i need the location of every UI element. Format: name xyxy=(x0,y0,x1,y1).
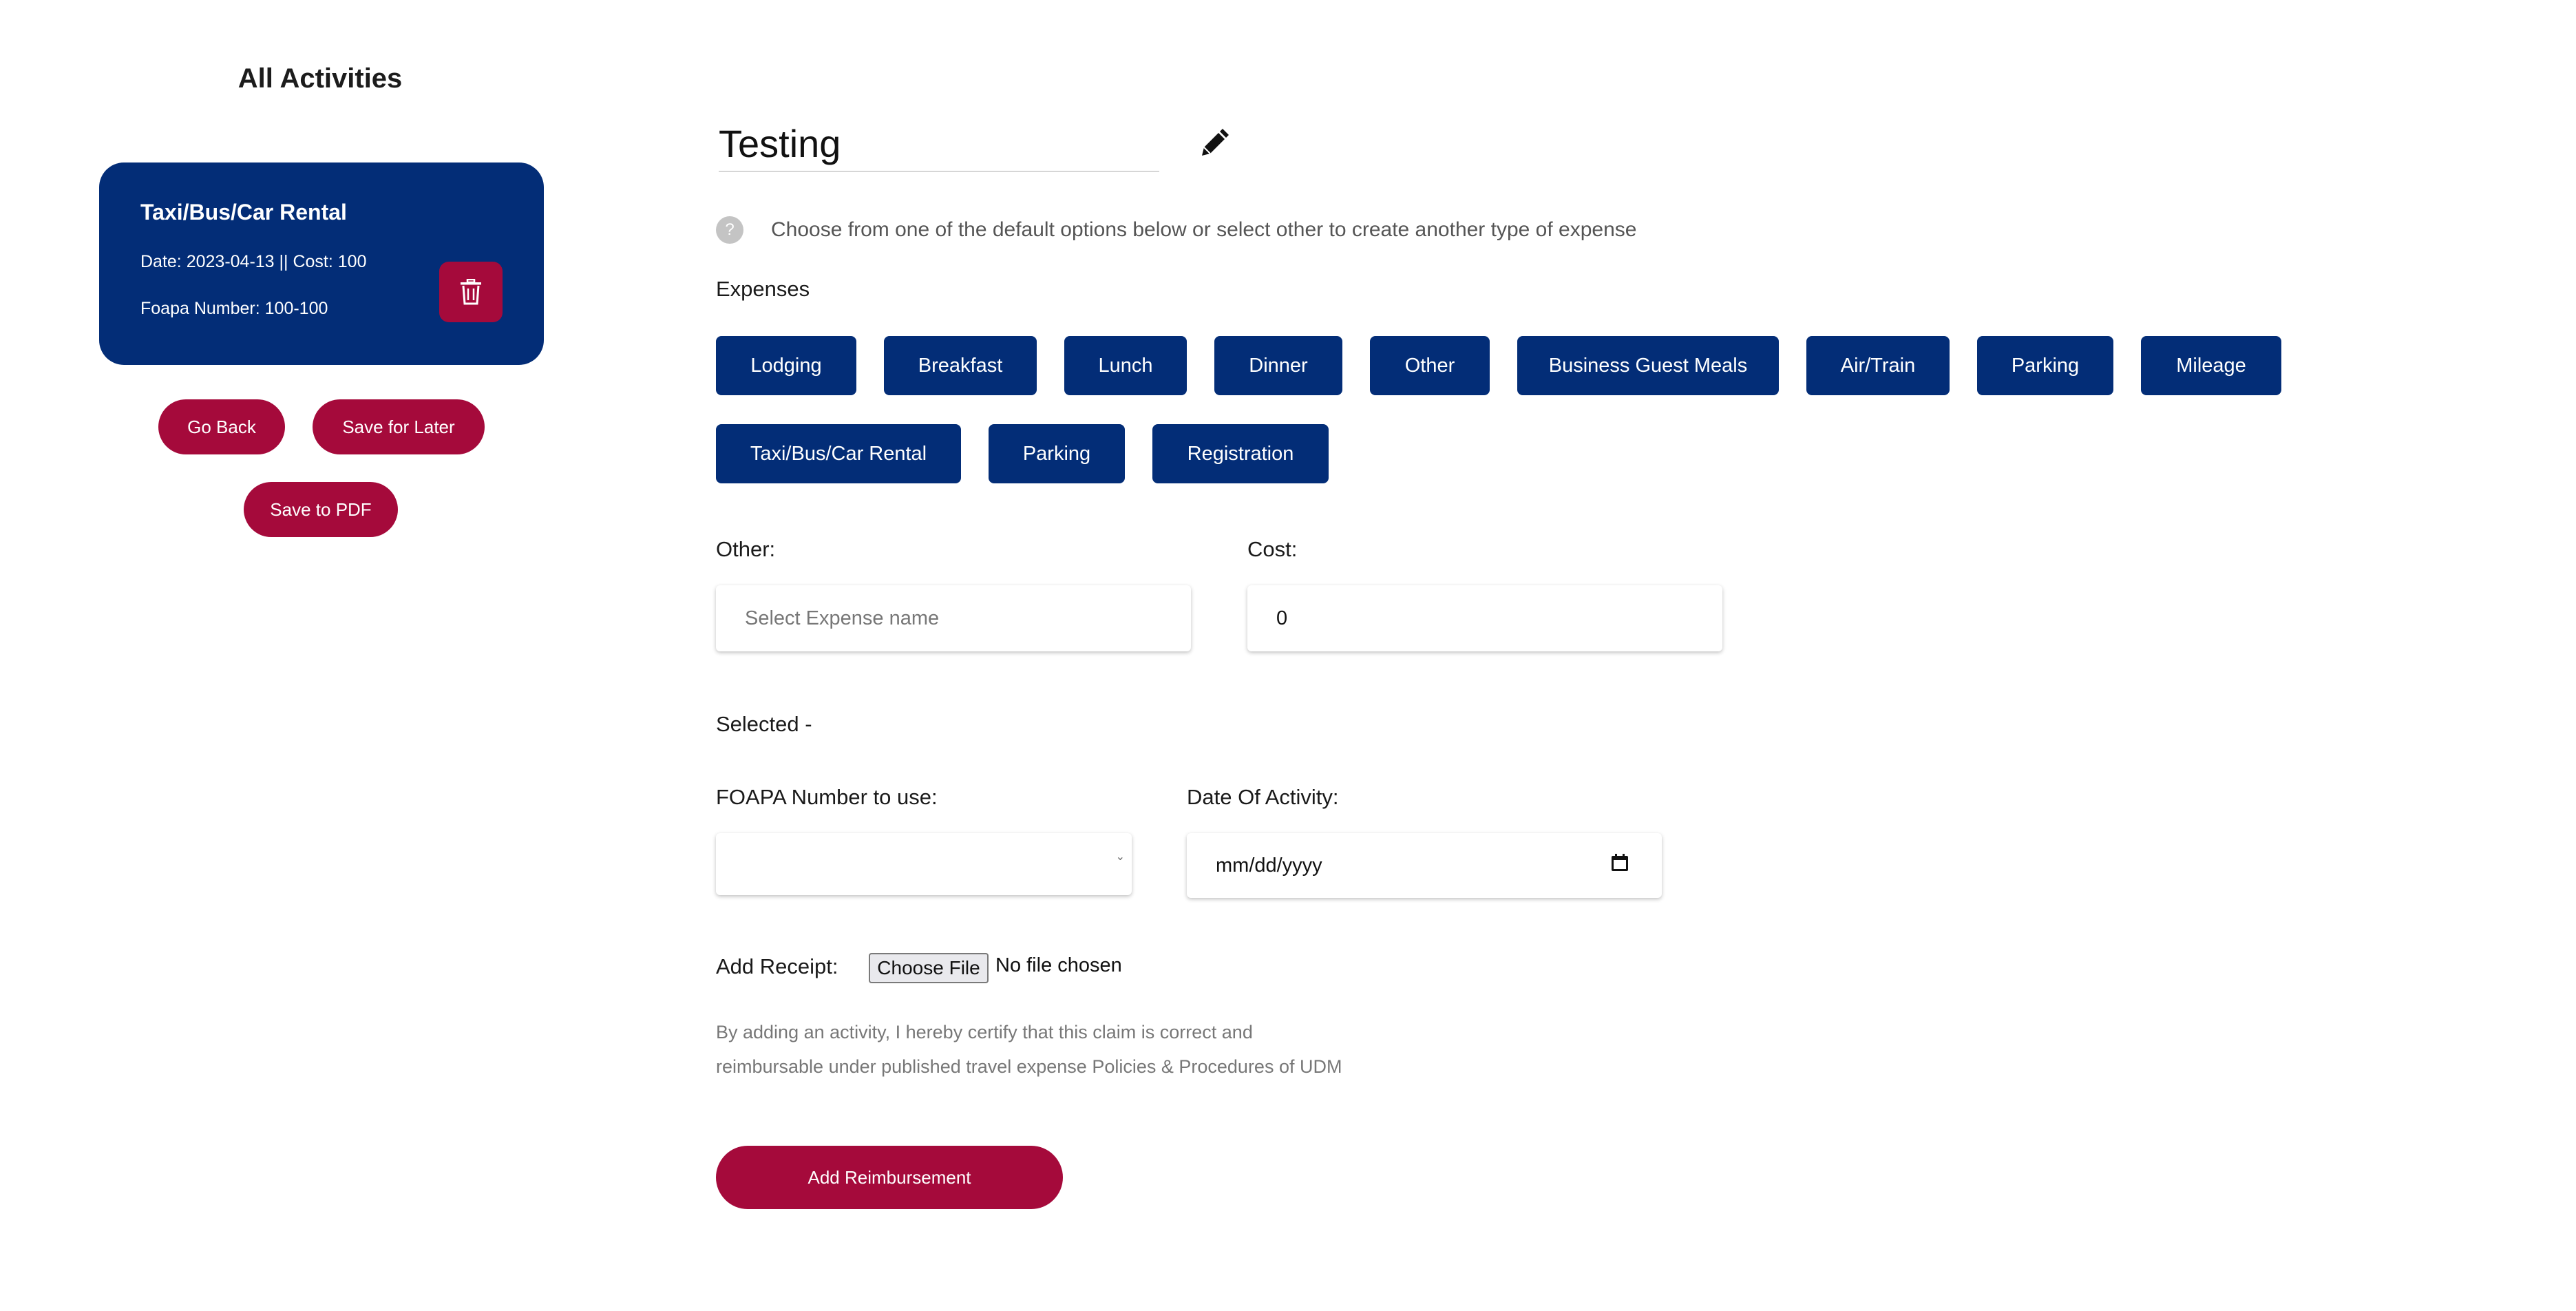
date-label: Date Of Activity: xyxy=(1187,785,1339,809)
pencil-icon[interactable] xyxy=(1198,128,1229,160)
activity-card-foapa: Foapa Number: 100-100 xyxy=(140,299,328,318)
certification-line-2: reimbursable under published travel expe… xyxy=(716,1056,1342,1077)
calendar-icon[interactable] xyxy=(1611,854,1629,872)
expense-name-placeholder: Select Expense name xyxy=(745,607,940,629)
expense-form: ? Choose from one of the default options… xyxy=(716,0,2506,1311)
date-input[interactable]: mm/dd/yyyy xyxy=(1187,833,1662,898)
expense-option-business-guest-meals[interactable]: Business Guest Meals xyxy=(1517,336,1779,395)
foapa-label: FOAPA Number to use: xyxy=(716,785,938,809)
expense-option-other[interactable]: Other xyxy=(1370,336,1490,395)
expense-option-parking-2[interactable]: Parking xyxy=(989,424,1125,483)
chevron-down-icon: ⌄ xyxy=(1115,851,1125,863)
expense-name-input[interactable]: Select Expense name xyxy=(716,585,1191,651)
activity-card-title: Taxi/Bus/Car Rental xyxy=(140,200,347,224)
expense-option-lodging[interactable]: Lodging xyxy=(716,336,856,395)
delete-activity-button[interactable] xyxy=(439,262,503,322)
choose-file-button[interactable]: Choose File xyxy=(869,953,989,983)
expense-option-mileage[interactable]: Mileage xyxy=(2141,336,2281,395)
trash-icon xyxy=(461,279,481,305)
expense-option-taxi-bus-car-rental[interactable]: Taxi/Bus/Car Rental xyxy=(716,424,961,483)
cost-value: 0 xyxy=(1276,607,1288,629)
cost-input[interactable]: 0 xyxy=(1247,585,1722,651)
receipt-label: Add Receipt: xyxy=(716,954,838,978)
sidebar-title: All Activities xyxy=(237,63,403,94)
save-to-pdf-button[interactable]: Save to PDF xyxy=(244,482,398,537)
expense-option-dinner[interactable]: Dinner xyxy=(1214,336,1342,395)
go-back-button[interactable]: Go Back xyxy=(158,399,285,454)
other-label: Other: xyxy=(716,537,776,561)
report-title-input[interactable] xyxy=(719,116,1159,172)
expense-option-air-train[interactable]: Air/Train xyxy=(1806,336,1950,395)
add-reimbursement-button[interactable]: Add Reimbursement xyxy=(716,1146,1063,1209)
foapa-select[interactable]: ⌄ xyxy=(716,833,1132,895)
activities-sidebar: All Activities Taxi/Bus/Car Rental Date:… xyxy=(0,0,640,1311)
selected-text: Selected - xyxy=(716,712,812,736)
save-for-later-button[interactable]: Save for Later xyxy=(313,399,485,454)
certification-text: By adding an activity, I hereby certify … xyxy=(716,1015,1342,1084)
date-placeholder: mm/dd/yyyy xyxy=(1216,854,1322,877)
activity-card-details: Date: 2023-04-13 || Cost: 100 xyxy=(140,252,367,271)
expense-option-parking[interactable]: Parking xyxy=(1977,336,2113,395)
expense-option-registration[interactable]: Registration xyxy=(1152,424,1329,483)
activity-card[interactable]: Taxi/Bus/Car Rental Date: 2023-04-13 || … xyxy=(99,162,544,365)
certification-line-1: By adding an activity, I hereby certify … xyxy=(716,1022,1253,1042)
cost-label: Cost: xyxy=(1247,537,1298,561)
help-text: Choose from one of the default options b… xyxy=(771,218,1637,241)
expense-option-lunch[interactable]: Lunch xyxy=(1064,336,1187,395)
expenses-label: Expenses xyxy=(716,277,810,301)
file-status: No file chosen xyxy=(995,954,1122,976)
question-icon[interactable]: ? xyxy=(716,216,743,244)
expense-option-breakfast[interactable]: Breakfast xyxy=(884,336,1037,395)
